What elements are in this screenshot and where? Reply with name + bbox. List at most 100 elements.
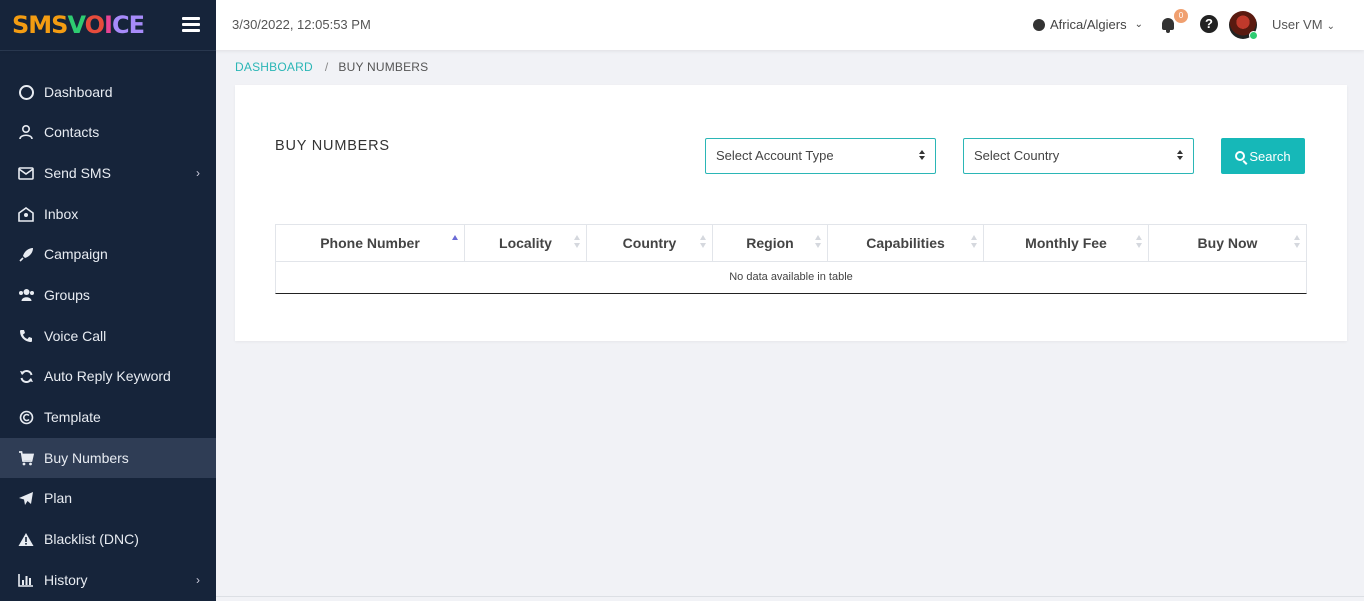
table-header: Phone Number Locality Country Region Cap… [275,224,1307,262]
column-header-buy-now[interactable]: Buy Now [1149,225,1306,261]
phone-icon [17,327,35,345]
buy-numbers-card: BUY NUMBERS Select Account Type Select C… [235,85,1347,341]
sidebar-item-blacklist[interactable]: Blacklist (DNC) [0,519,216,559]
refresh-icon [17,367,35,385]
envelope-icon [17,164,35,182]
current-datetime: 3/30/2022, 12:05:53 PM [232,17,371,32]
breadcrumb-current: BUY NUMBERS [338,60,429,74]
select-caret-icon [919,150,926,162]
sidebar-item-label: Auto Reply Keyword [44,368,171,384]
breadcrumb-dashboard-link[interactable]: DASHBOARD [235,60,313,74]
logo-text-ce: CE [111,11,145,39]
top-bar: SMSVOICE 3/30/2022, 12:05:53 PM Africa/A… [0,0,1364,50]
menu-toggle-icon[interactable] [182,17,200,33]
sort-ascending-icon [452,235,458,249]
bar-chart-icon [17,571,35,589]
chevron-right-icon: › [196,166,200,180]
column-label: Monthly Fee [1025,235,1107,251]
app-logo[interactable]: SMSVOICE [12,11,145,39]
sidebar-item-label: Contacts [44,124,100,140]
user-menu[interactable]: User VM ⌄ [1272,17,1335,32]
chevron-down-icon: ⌄ [1134,19,1143,30]
sort-icon [1136,235,1142,249]
country-select-value: Select Country [974,148,1060,163]
timezone-label: Africa/Algiers [1050,17,1127,32]
chevron-right-icon: › [196,573,200,587]
sidebar-item-buy-numbers[interactable]: Buy Numbers [0,438,216,478]
breadcrumb: DASHBOARD / BUY NUMBERS [235,60,428,74]
user-name: User VM [1272,17,1323,32]
user-icon [17,123,35,141]
sidebar-item-plan[interactable]: Plan [0,478,216,518]
column-header-locality[interactable]: Locality [465,225,587,261]
sidebar-item-label: Send SMS [44,165,111,181]
sidebar-item-label: Template [44,409,101,425]
globe-icon [1033,18,1045,31]
help-icon[interactable]: ? [1200,15,1218,33]
sidebar-item-template[interactable]: Template [0,397,216,437]
sidebar: Dashboard Contacts Send SMS › Inbox Camp… [0,50,216,601]
logo-text-i: I [104,11,113,39]
sidebar-item-label: Voice Call [44,328,107,344]
sidebar-item-label: Buy Numbers [44,450,129,466]
paper-plane-icon [17,489,35,507]
sidebar-item-inbox[interactable]: Inbox [0,194,216,234]
sidebar-item-label: Inbox [44,206,79,222]
sort-icon [700,235,706,249]
sidebar-item-label: History [44,572,88,588]
sidebar-item-label: Campaign [44,246,108,262]
sidebar-item-history[interactable]: History › [0,560,216,600]
country-select[interactable]: Select Country [963,138,1194,174]
sort-icon [815,235,821,249]
account-type-select-value: Select Account Type [716,148,834,163]
dashboard-gauge-icon [17,83,35,101]
rocket-icon [17,245,35,263]
search-icon [1235,151,1246,161]
sidebar-item-label: Groups [44,287,90,303]
column-header-region[interactable]: Region [713,225,828,261]
warning-icon [17,530,35,548]
sort-icon [574,235,580,249]
notification-badge: 0 [1174,9,1188,23]
column-header-country[interactable]: Country [587,225,713,261]
page-title: BUY NUMBERS [275,138,390,154]
template-icon [17,408,35,426]
column-header-phone-number[interactable]: Phone Number [276,225,465,261]
logo-text-o: O [84,11,105,39]
inbox-icon [17,205,35,223]
logo-area: SMSVOICE [0,0,216,50]
timezone-dropdown[interactable]: Africa/Algiers ⌄ [1033,17,1143,32]
sidebar-item-send-sms[interactable]: Send SMS › [0,153,216,193]
column-label: Locality [499,235,552,251]
account-type-select[interactable]: Select Account Type [705,138,936,174]
sort-icon [971,235,977,249]
select-caret-icon [1177,150,1184,162]
numbers-table: Phone Number Locality Country Region Cap… [275,224,1307,294]
chevron-down-icon: ⌄ [1326,21,1335,32]
logo-text-sms: SMS [12,11,68,39]
breadcrumb-separator: / [324,60,329,74]
sidebar-item-campaign[interactable]: Campaign [0,234,216,274]
column-label: Region [746,235,794,251]
footer-divider [216,596,1364,597]
cart-icon [17,449,35,467]
sidebar-item-label: Blacklist (DNC) [44,531,139,547]
avatar[interactable] [1229,11,1258,40]
sidebar-item-dashboard[interactable]: Dashboard [0,72,216,112]
search-button[interactable]: Search [1221,138,1305,174]
sidebar-item-auto-reply-keyword[interactable]: Auto Reply Keyword [0,356,216,396]
sidebar-item-voice-call[interactable]: Voice Call [0,316,216,356]
search-button-label: Search [1249,148,1291,164]
column-header-capabilities[interactable]: Capabilities [828,225,984,261]
column-label: Country [622,235,677,251]
online-status-dot [1249,31,1258,40]
column-header-monthly-fee[interactable]: Monthly Fee [984,225,1149,261]
sidebar-item-contacts[interactable]: Contacts [0,112,216,152]
column-label: Phone Number [320,235,420,251]
column-label: Capabilities [866,235,945,251]
sidebar-item-label: Plan [44,490,73,506]
logo-text-v: V [67,11,85,39]
column-label: Buy Now [1197,235,1258,251]
sidebar-item-groups[interactable]: Groups [0,275,216,315]
sort-icon [1294,235,1300,249]
